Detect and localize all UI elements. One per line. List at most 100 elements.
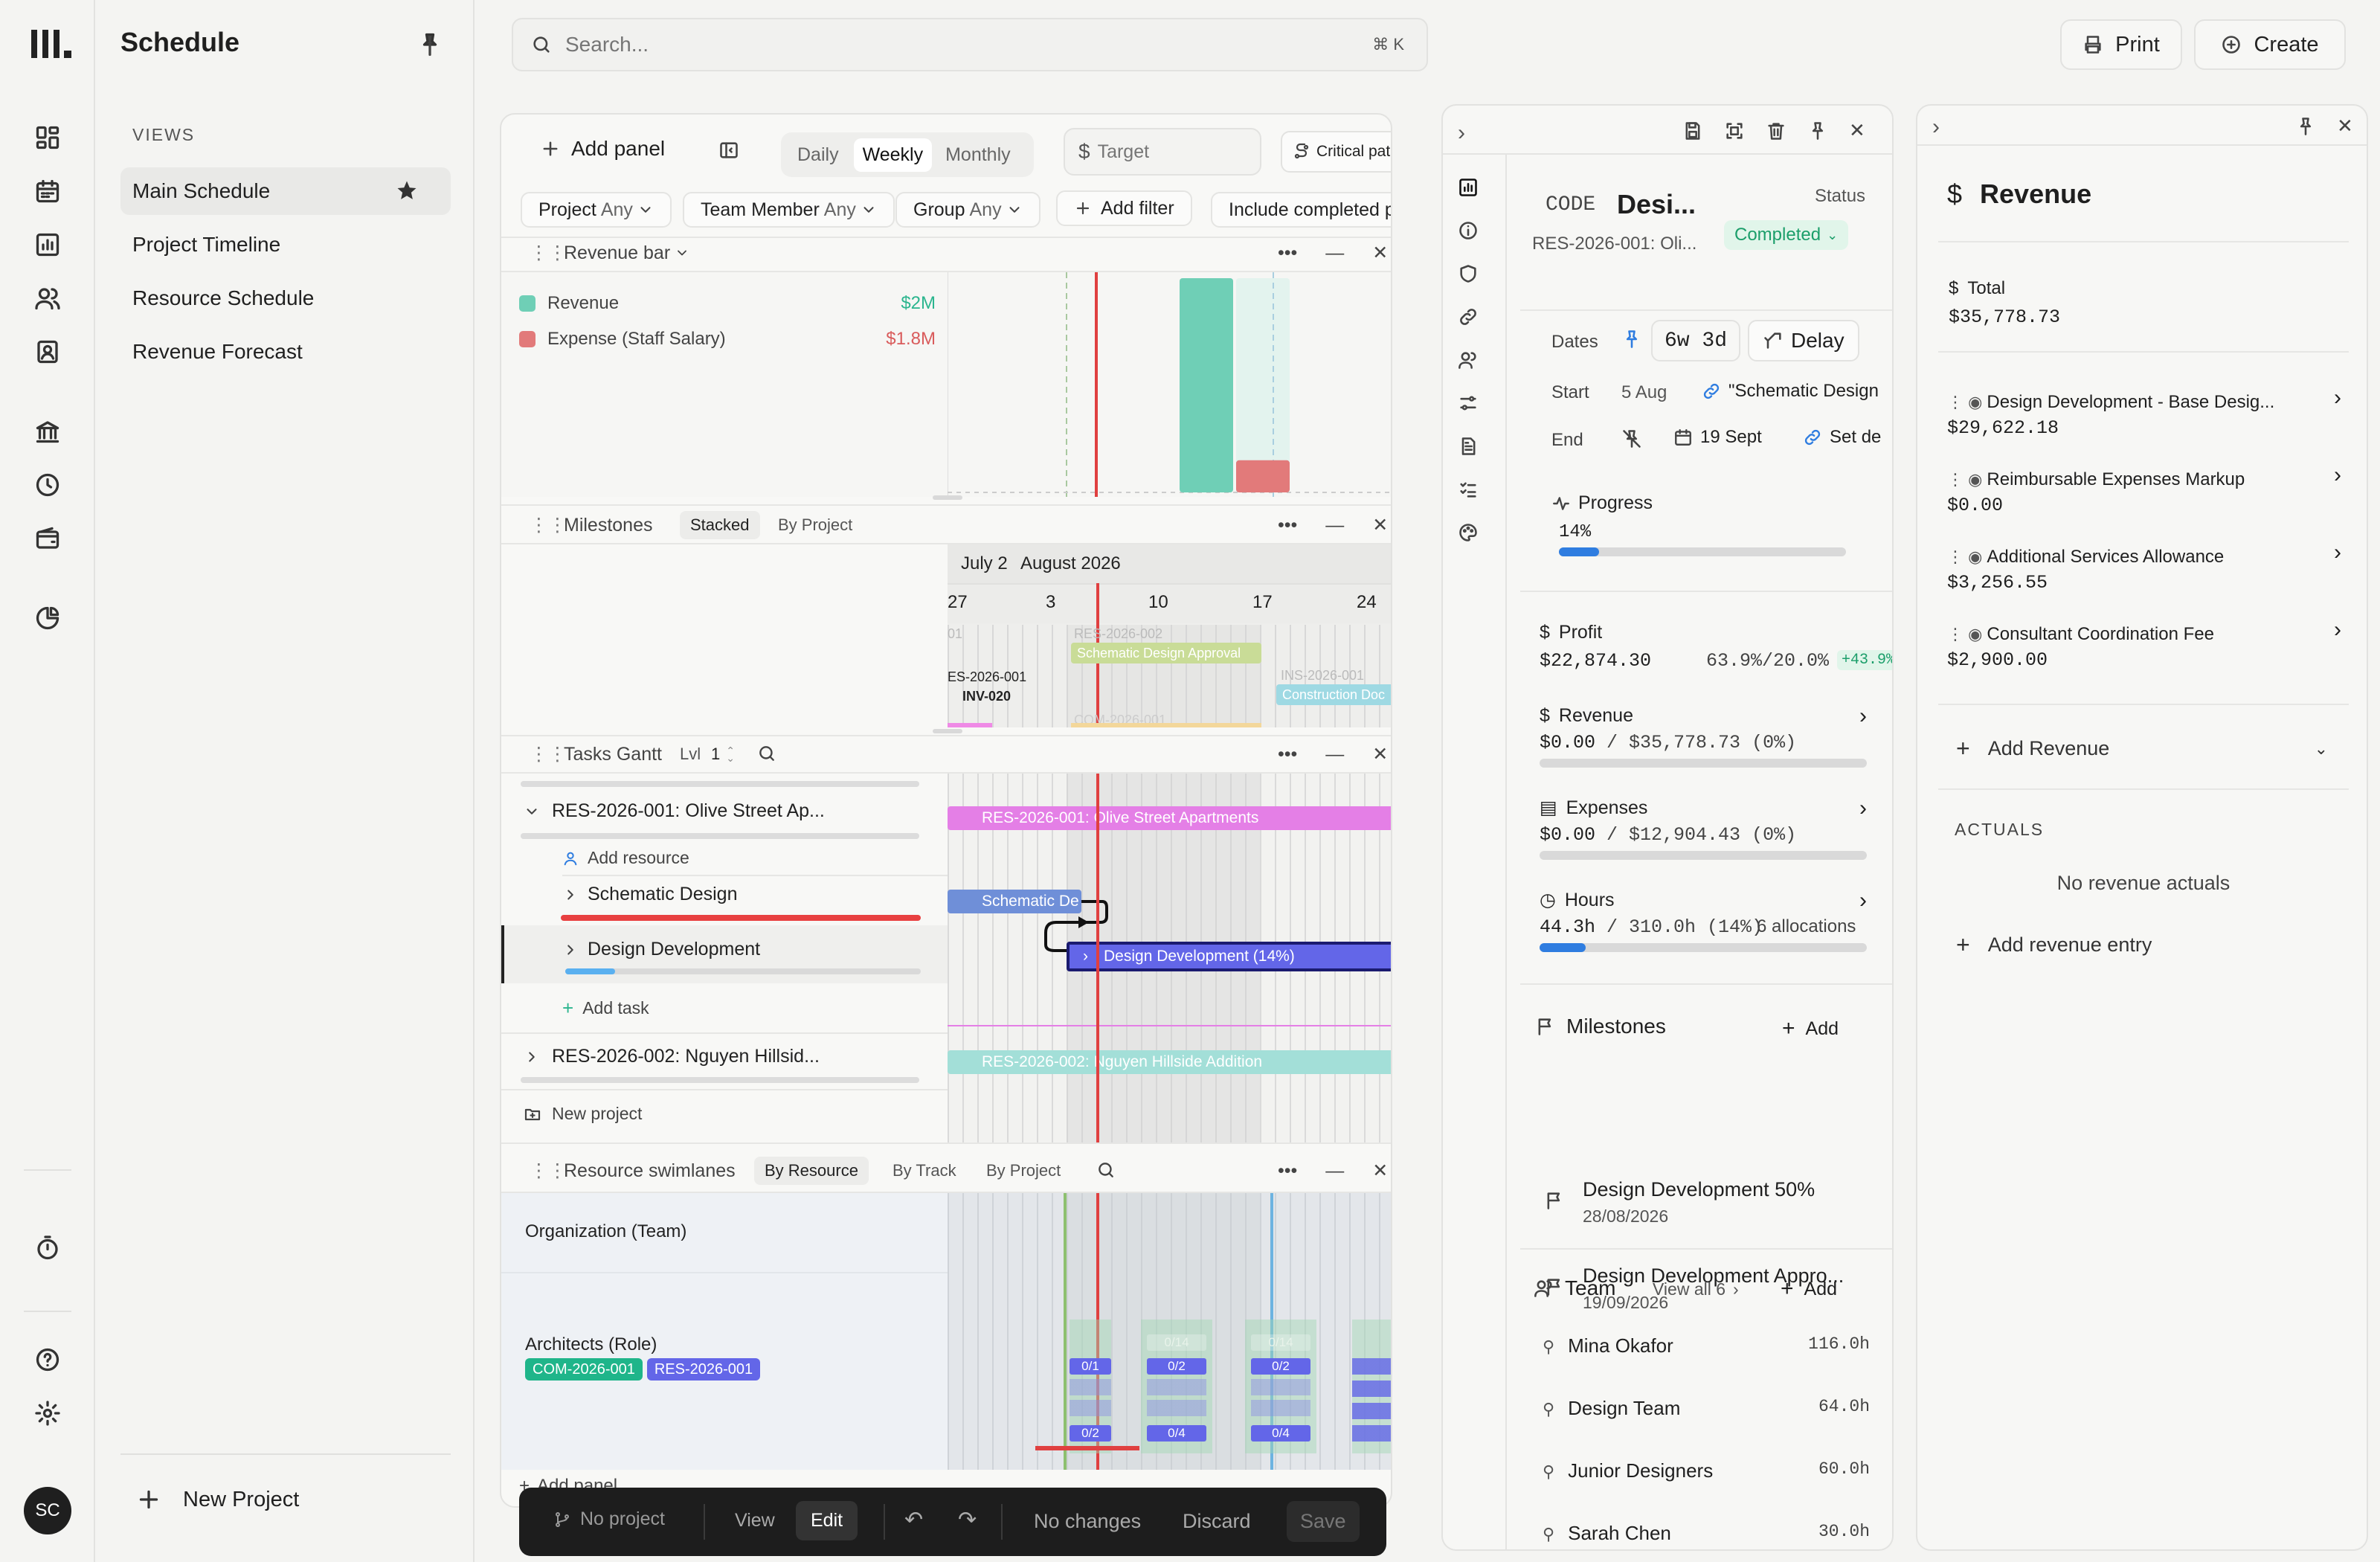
bank-icon[interactable] bbox=[33, 417, 62, 446]
pin-icon[interactable] bbox=[1621, 329, 1642, 350]
close-icon[interactable]: ✕ bbox=[1372, 514, 1388, 536]
redo-icon[interactable]: ↷ bbox=[958, 1507, 977, 1533]
bar-revenue[interactable] bbox=[1180, 278, 1233, 492]
discard-button[interactable]: Discard bbox=[1183, 1510, 1251, 1533]
task-title[interactable]: Desi... bbox=[1617, 189, 1696, 220]
wallet-icon[interactable] bbox=[33, 524, 62, 553]
end-date[interactable]: 19 Sept bbox=[1673, 427, 1762, 448]
calendar-icon[interactable] bbox=[33, 176, 62, 206]
document-tab-icon[interactable] bbox=[1458, 436, 1479, 457]
gantt-bar-project-2[interactable]: RES-2026-002: Nguyen Hillside Addition bbox=[948, 1050, 1391, 1074]
add-panel-button[interactable]: Add panel bbox=[540, 137, 665, 161]
search-bar[interactable]: ⌘ K bbox=[512, 18, 1428, 71]
edit-mode-button[interactable]: Edit bbox=[796, 1501, 858, 1540]
drag-handle-icon[interactable]: ⋮⋮ bbox=[530, 743, 567, 765]
include-completed-toggle[interactable]: Include completed p bbox=[1211, 192, 1391, 228]
chart-icon[interactable] bbox=[33, 230, 62, 260]
expenses-row[interactable]: ▤ Expenses › bbox=[1540, 796, 1867, 820]
duration-field[interactable]: 6w 3d bbox=[1651, 320, 1741, 361]
collapse-icon[interactable]: › bbox=[1458, 120, 1465, 146]
view-all-team-link[interactable]: View all 6 › bbox=[1653, 1279, 1739, 1299]
info-tab-icon[interactable] bbox=[1458, 220, 1479, 241]
filter-team-member[interactable]: Team Member Any bbox=[683, 192, 895, 228]
save-icon[interactable] bbox=[1682, 120, 1703, 141]
capacity-cell[interactable]: 0/14 bbox=[1251, 1334, 1310, 1351]
close-icon[interactable]: ✕ bbox=[1372, 743, 1388, 765]
view-mode-button[interactable]: View bbox=[735, 1510, 775, 1532]
more-icon[interactable]: ••• bbox=[1278, 515, 1297, 536]
delay-button[interactable]: Delay bbox=[1748, 320, 1859, 361]
add-revenue-button[interactable]: + Add Revenue ⌄ bbox=[1956, 735, 2328, 762]
capacity-cell[interactable]: 0/4 bbox=[1251, 1425, 1310, 1442]
status-badge[interactable]: Completed ⌄ bbox=[1724, 220, 1849, 250]
add-milestone-button[interactable]: + Add bbox=[1782, 1016, 1839, 1041]
level-stepper[interactable]: 1 ⌃ ⌄ bbox=[711, 745, 735, 764]
milestone-item[interactable]: INV-020 bbox=[962, 689, 1011, 704]
close-icon[interactable]: ✕ bbox=[1372, 242, 1388, 264]
gantt-bar-design-development[interactable]: › Design Development (14%) bbox=[1067, 942, 1391, 971]
drag-handle-icon[interactable]: ⋮⋮ bbox=[530, 1160, 567, 1182]
pin-icon[interactable] bbox=[1807, 120, 1828, 141]
overview-tab-icon[interactable] bbox=[1458, 177, 1479, 198]
print-button[interactable]: Print bbox=[2060, 19, 2182, 70]
team-member[interactable]: ⚲ Junior Designers 60.0h bbox=[1543, 1459, 1870, 1482]
link-tab-icon[interactable] bbox=[1458, 306, 1479, 327]
revenue-item[interactable]: ⋮ ◉ Reimbursable Expenses Markup › $0.00 bbox=[1947, 463, 2341, 516]
start-dependency[interactable]: "Schematic Design bbox=[1702, 381, 1892, 402]
pin-icon[interactable] bbox=[416, 31, 443, 58]
milestone-item[interactable]: Construction Doc bbox=[1276, 684, 1391, 705]
revenue-row[interactable]: $ Revenue › bbox=[1540, 704, 1867, 728]
tab-stacked[interactable]: Stacked bbox=[680, 511, 760, 539]
capacity-cell[interactable]: 0/2 bbox=[1251, 1358, 1310, 1375]
project-badge[interactable]: RES-2026-001 bbox=[646, 1358, 761, 1381]
gantt-row-design-development[interactable]: Design Development bbox=[562, 939, 760, 960]
shield-tab-icon[interactable] bbox=[1458, 263, 1479, 284]
search-input[interactable] bbox=[565, 33, 1309, 57]
view-resource-schedule[interactable]: Resource Schedule bbox=[120, 274, 451, 322]
select-icon[interactable] bbox=[1724, 120, 1745, 141]
minimize-icon[interactable]: — bbox=[1325, 1160, 1344, 1182]
star-icon[interactable] bbox=[396, 179, 418, 202]
view-revenue-forecast[interactable]: Revenue Forecast bbox=[120, 328, 451, 376]
app-logo[interactable] bbox=[30, 28, 73, 60]
milestone-item[interactable]: INS-2026-001 bbox=[1281, 668, 1364, 684]
gantt-row-project[interactable]: RES-2026-001: Olive Street Ap... bbox=[524, 800, 825, 822]
avatar[interactable]: SC bbox=[24, 1487, 71, 1534]
add-filter-button[interactable]: Add filter bbox=[1056, 190, 1192, 226]
palette-tab-icon[interactable] bbox=[1458, 522, 1479, 543]
project-selector[interactable]: No project bbox=[553, 1508, 665, 1530]
new-project-row[interactable]: New project bbox=[524, 1104, 642, 1124]
revenue-item[interactable]: ⋮ ◉ Design Development - Base Desig... ›… bbox=[1947, 385, 2341, 439]
drag-handle-icon[interactable]: ⋮⋮ bbox=[530, 514, 567, 536]
search-icon[interactable] bbox=[1096, 1160, 1116, 1180]
team-member[interactable]: ⚲ Mina Okafor 116.0h bbox=[1543, 1334, 1870, 1357]
bar-expense[interactable] bbox=[1236, 460, 1290, 492]
end-dependency[interactable]: Set de bbox=[1803, 427, 1892, 448]
pie-chart-icon[interactable] bbox=[33, 603, 62, 633]
clock-icon[interactable] bbox=[33, 470, 62, 500]
revenue-panel-title[interactable]: Revenue bar bbox=[564, 242, 689, 264]
sidebar-toggle-icon[interactable] bbox=[718, 140, 739, 161]
target-field[interactable]: $ bbox=[1064, 128, 1261, 176]
mode-monthly[interactable]: Monthly bbox=[935, 138, 1021, 172]
close-icon[interactable]: ✕ bbox=[2337, 115, 2353, 138]
revenue-item[interactable]: ⋮ ◉ Consultant Coordination Fee › $2,900… bbox=[1947, 617, 2341, 671]
gantt-row-project-2[interactable]: RES-2026-002: Nguyen Hillsid... bbox=[524, 1046, 820, 1067]
add-resource-button[interactable]: Add resource bbox=[562, 848, 689, 868]
more-icon[interactable]: ••• bbox=[1278, 744, 1297, 765]
task-subtitle[interactable]: RES-2026-001: Oli... bbox=[1532, 234, 1696, 254]
add-task-button[interactable]: + Add task bbox=[562, 997, 649, 1020]
add-revenue-entry-button[interactable]: + Add revenue entry bbox=[1956, 931, 2152, 959]
unpin-icon[interactable] bbox=[1621, 428, 1642, 449]
start-date[interactable]: 5 Aug bbox=[1621, 382, 1667, 403]
tab-by-resource[interactable]: By Resource bbox=[754, 1157, 869, 1185]
target-input[interactable] bbox=[1097, 141, 1247, 163]
checklist-tab-icon[interactable] bbox=[1458, 479, 1479, 500]
help-icon[interactable] bbox=[33, 1345, 62, 1375]
settings-icon[interactable] bbox=[33, 1398, 62, 1428]
sliders-tab-icon[interactable] bbox=[1458, 393, 1479, 414]
hours-row[interactable]: ◷ Hours › bbox=[1540, 888, 1867, 913]
team-member[interactable]: ⚲ Sarah Chen 30.0h bbox=[1543, 1522, 1870, 1545]
capacity-cell[interactable]: 0/14 bbox=[1147, 1334, 1206, 1351]
add-team-button[interactable]: + Add bbox=[1781, 1276, 1837, 1302]
